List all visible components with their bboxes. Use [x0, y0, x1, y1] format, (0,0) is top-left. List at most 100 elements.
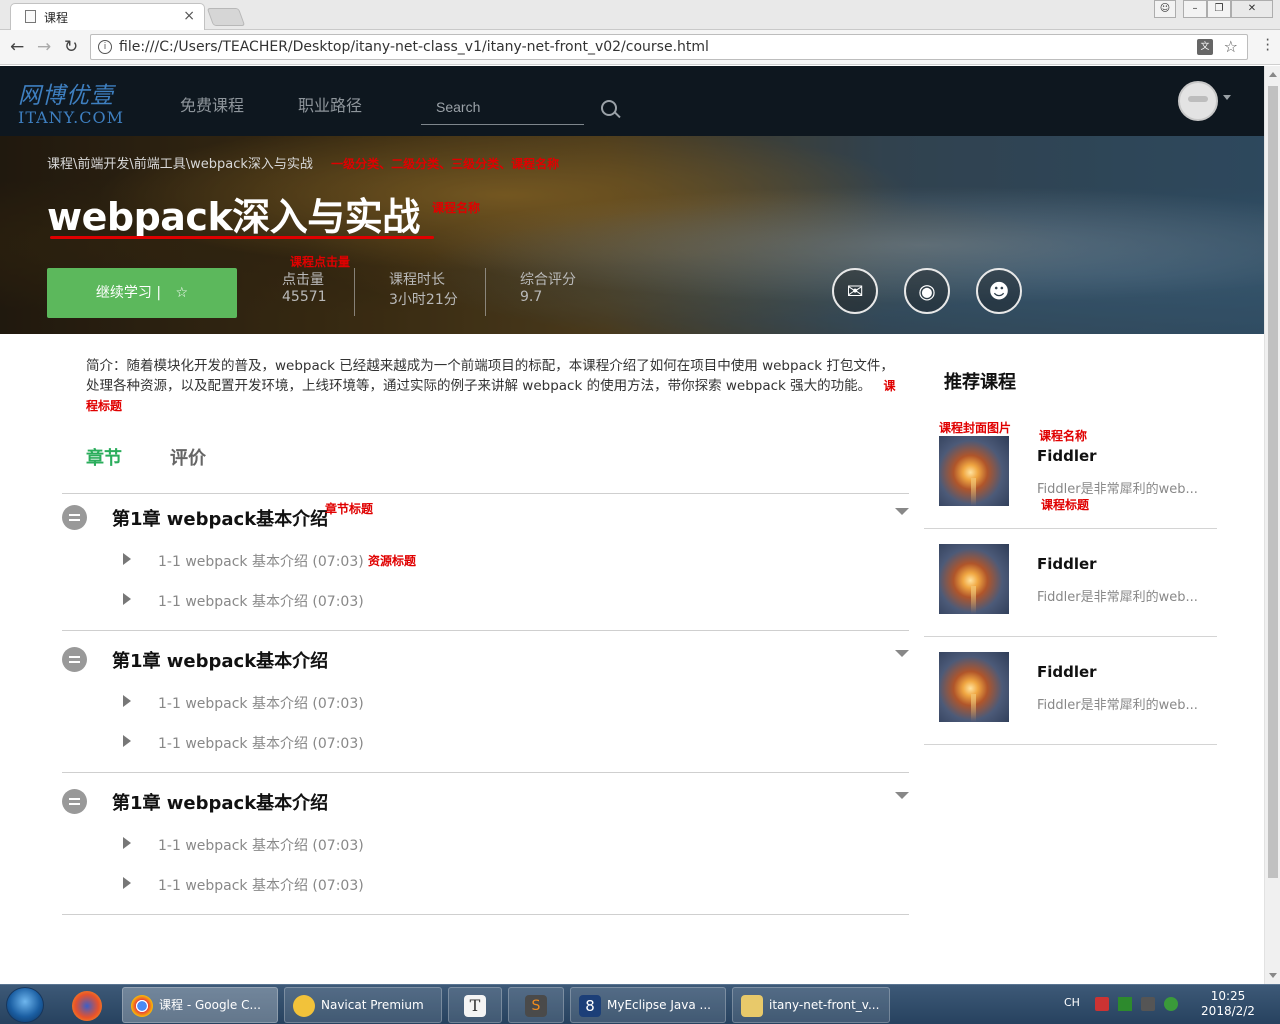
back-icon[interactable]: ← — [10, 37, 24, 57]
language-indicator[interactable]: CH — [1064, 996, 1080, 1009]
course-cover-image[interactable] — [939, 436, 1009, 506]
resource-title[interactable]: 1-1 webpack 基本介绍 (07:03) — [158, 591, 364, 611]
nav-career-path[interactable]: 职业路径 — [298, 92, 362, 116]
qq-icon[interactable]: ☻ — [976, 268, 1022, 314]
menu-icon[interactable]: · · · — [1265, 33, 1270, 58]
chrome-icon — [131, 994, 153, 1017]
stat-value-duration: 3小时21分 — [389, 292, 458, 308]
logo-en: ITANY.COM — [18, 108, 124, 127]
rec-divider — [924, 636, 1217, 637]
navicat-icon — [293, 994, 315, 1017]
stat-value-rating: 9.7 — [520, 289, 543, 305]
url-text[interactable]: file:///C:/Users/TEACHER/Desktop/itany-n… — [119, 39, 709, 55]
resource-title[interactable]: 1-1 webpack 基本介绍 (07:03) — [158, 733, 364, 753]
rec-course-name[interactable]: Fiddler — [1037, 447, 1097, 465]
search-icon[interactable] — [601, 100, 617, 116]
play-icon[interactable] — [123, 593, 131, 605]
taskbar-folder[interactable]: itany-net-front_v... — [732, 987, 890, 1023]
play-icon[interactable] — [123, 877, 131, 889]
chapter-title[interactable]: 第1章 webpack基本介绍 — [112, 647, 328, 673]
chevron-down-icon[interactable] — [895, 508, 909, 515]
weibo-icon[interactable]: ◉ — [904, 268, 950, 314]
stat-label-clicks: 点击量 — [282, 272, 324, 288]
browser-tab[interactable]: 课程 × — [10, 3, 205, 30]
page-scrollbar[interactable] — [1264, 66, 1280, 984]
course-cover-image[interactable] — [939, 544, 1009, 614]
favorite-star-icon[interactable]: ☆ — [176, 285, 189, 301]
scroll-thumb[interactable] — [1268, 86, 1278, 878]
name-annotation: 课程名称 — [1039, 429, 1088, 443]
taskbar-myeclipse[interactable]: 8 MyEclipse Java ... — [570, 987, 726, 1023]
tab-reviews[interactable]: 评价 — [170, 444, 206, 470]
continue-learning-button[interactable]: 继续学习 | ☆ — [47, 268, 237, 318]
logo-cn: 网博优壹 — [18, 83, 114, 109]
play-icon[interactable] — [123, 553, 131, 565]
new-tab-button[interactable] — [206, 8, 246, 26]
tab-chapters[interactable]: 章节 — [86, 444, 122, 470]
nav-free-courses[interactable]: 免费课程 — [180, 92, 244, 116]
url-bar[interactable]: i file:///C:/Users/TEACHER/Desktop/itany… — [90, 34, 1248, 60]
chevron-down-icon[interactable] — [895, 650, 909, 657]
start-button[interactable] — [6, 987, 44, 1023]
logo[interactable]: 网博优壹 ITANY.COM — [18, 76, 124, 127]
wechat-icon[interactable]: ✉ — [832, 268, 878, 314]
tray-app-icon[interactable] — [1118, 997, 1132, 1011]
course-cover-image[interactable] — [939, 652, 1009, 722]
rec-divider — [924, 744, 1217, 745]
page-title: webpack深入与实战 — [47, 195, 420, 239]
cover-annotation: 课程封面图片 — [939, 421, 1012, 435]
security-icon[interactable] — [1164, 997, 1178, 1011]
collapse-icon[interactable] — [62, 505, 87, 530]
close-window-button[interactable]: ✕ — [1231, 0, 1273, 18]
collapse-icon[interactable] — [62, 789, 87, 814]
translate-icon[interactable]: 文 — [1197, 39, 1213, 55]
scroll-down-icon[interactable] — [1269, 973, 1277, 978]
stat-divider — [485, 268, 486, 316]
taskbar-navicat[interactable]: Navicat Premium — [284, 987, 442, 1023]
taskbar-label: itany-net-front_v... — [769, 998, 880, 1012]
resource-title[interactable]: 1-1 webpack 基本介绍 (07:03) — [158, 875, 364, 895]
user-icon[interactable]: ☺ — [1154, 0, 1176, 18]
speaker-icon[interactable] — [1095, 997, 1109, 1011]
continue-label: 继续学习 | — [95, 285, 162, 301]
title-annotation: 课程名称 — [432, 201, 481, 215]
bookmark-star-icon[interactable]: ☆ — [1224, 37, 1238, 56]
play-icon[interactable] — [123, 695, 131, 707]
search-input[interactable] — [421, 94, 571, 120]
chapter-annotation: 章节标题 — [325, 502, 374, 516]
firefox-icon[interactable] — [72, 991, 102, 1021]
taskbar-chrome[interactable]: 课程 - Google C... — [122, 987, 278, 1023]
maximize-button[interactable]: ❐ — [1207, 0, 1231, 18]
collapse-icon[interactable] — [62, 647, 87, 672]
play-icon[interactable] — [123, 837, 131, 849]
chevron-down-icon[interactable] — [1223, 95, 1231, 100]
resource-title[interactable]: 1-1 webpack 基本介绍 (07:03) — [158, 693, 364, 713]
taskbar-sublime[interactable]: S — [508, 987, 564, 1023]
chapter-title[interactable]: 第1章 webpack基本介绍 — [112, 789, 328, 815]
clock-date: 2018/2/2 — [1201, 1004, 1255, 1018]
typora-icon: T — [464, 994, 486, 1017]
chapter-divider — [62, 772, 909, 773]
system-clock[interactable]: 10:25 2018/2/2 — [1196, 989, 1260, 1019]
chapter-title[interactable]: 第1章 webpack基本介绍 — [112, 505, 328, 531]
minimize-button[interactable]: – — [1183, 0, 1207, 18]
rec-course-name[interactable]: Fiddler — [1037, 555, 1097, 573]
resource-title[interactable]: 1-1 webpack 基本介绍 (07:03) — [158, 551, 364, 571]
reload-icon[interactable]: ↻ — [64, 37, 78, 57]
stat-label-rating: 综合评分 — [520, 272, 576, 288]
rec-course-name[interactable]: Fiddler — [1037, 663, 1097, 681]
scroll-up-icon[interactable] — [1269, 72, 1277, 77]
recommended-title: 推荐课程 — [944, 372, 1016, 393]
forward-icon[interactable]: → — [37, 37, 51, 57]
myeclipse-icon: 8 — [579, 994, 601, 1017]
avatar[interactable] — [1178, 81, 1218, 121]
close-tab-icon[interactable]: × — [183, 8, 195, 24]
taskbar-typora[interactable]: T — [448, 987, 502, 1023]
network-icon[interactable] — [1141, 997, 1155, 1011]
breadcrumb-text[interactable]: 课程\前端开发\前端工具\webpack深入与实战 — [47, 157, 313, 172]
chevron-down-icon[interactable] — [895, 792, 909, 799]
resource-title[interactable]: 1-1 webpack 基本介绍 (07:03) — [158, 835, 364, 855]
info-icon[interactable]: i — [98, 40, 112, 54]
taskbar-label: MyEclipse Java ... — [607, 998, 711, 1012]
play-icon[interactable] — [123, 735, 131, 747]
